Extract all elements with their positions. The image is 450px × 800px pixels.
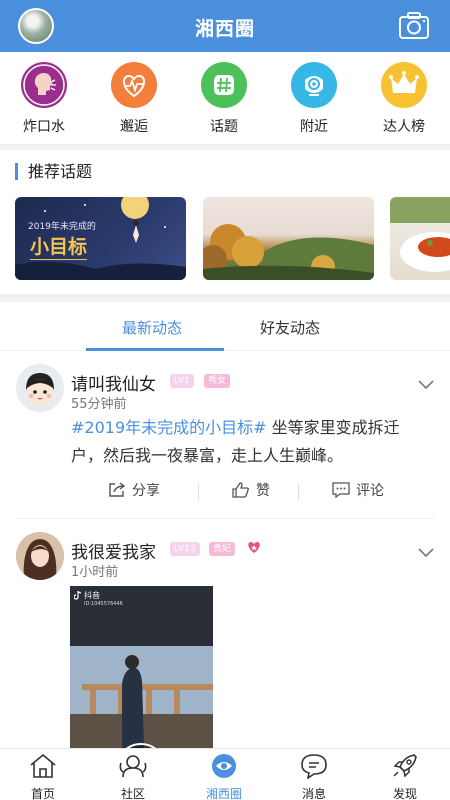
douyin-logo-icon bbox=[74, 591, 82, 600]
divider bbox=[0, 294, 450, 302]
heart-badge-icon bbox=[248, 542, 260, 553]
topic-card-subtitle: 2019年未完成的 bbox=[28, 222, 96, 232]
post-actions: 分享 赞 评论 bbox=[100, 480, 400, 504]
nav-community[interactable]: 社区 bbox=[98, 753, 168, 800]
category-xiehou[interactable]: 邂逅 bbox=[94, 62, 174, 136]
category-fujin[interactable]: 附近 bbox=[274, 62, 354, 136]
douyin-watermark: 抖音 bbox=[74, 590, 100, 601]
hashtag-icon bbox=[201, 62, 247, 108]
chevron-down-icon[interactable] bbox=[418, 380, 434, 390]
comment-label: 评论 bbox=[356, 483, 384, 499]
category-darenbang[interactable]: 达人榜 bbox=[364, 62, 444, 136]
rocket-icon bbox=[393, 754, 417, 778]
autumn-trees-photo bbox=[203, 224, 374, 280]
nav-xiangxiquan[interactable]: 湘西圈 bbox=[189, 753, 259, 800]
nav-label: 社区 bbox=[120, 787, 145, 800]
category-zhakoushui[interactable]: 炸口水 bbox=[4, 62, 84, 136]
tab-friends[interactable]: 好友动态 bbox=[260, 317, 320, 338]
topic-card-goals[interactable]: 2019年未完成的 小目标 bbox=[15, 197, 186, 280]
divider bbox=[198, 484, 199, 500]
nav-label: 消息 bbox=[301, 787, 326, 800]
category-label: 达人榜 bbox=[383, 119, 425, 135]
active-tab-indicator bbox=[86, 348, 224, 351]
home-icon bbox=[30, 753, 56, 778]
avatar[interactable] bbox=[16, 532, 64, 580]
post-content: #2019年未完成的小目标# 坐等家里变成拆迁户，然后我一夜暴富，走上人生巅峰。 bbox=[71, 414, 431, 470]
category-label: 炸口水 bbox=[23, 119, 65, 135]
share-button[interactable]: 分享 bbox=[108, 480, 160, 500]
nav-home[interactable]: 首页 bbox=[8, 753, 78, 800]
post-hashtag[interactable]: #2019年未完成的小目标# bbox=[71, 418, 267, 437]
feed-tabs: 最新动态 好友动态 bbox=[0, 305, 450, 351]
eye-circle-icon bbox=[212, 754, 236, 778]
topic-card-landscape[interactable] bbox=[203, 197, 374, 280]
category-huati[interactable]: 话题 bbox=[184, 62, 264, 136]
post-card: 请叫我仙女 LV1 秀女 55分钟前 #2019年未完成的小目标# 坐等家里变成… bbox=[0, 352, 450, 520]
nav-messages[interactable]: 消息 bbox=[279, 753, 349, 800]
post-author[interactable]: 我很爱我家 bbox=[71, 538, 156, 563]
category-label: 话题 bbox=[210, 119, 238, 135]
nav-label: 发现 bbox=[392, 787, 417, 800]
title-badge: 贵妃 bbox=[209, 542, 236, 556]
level-badge: LV1 bbox=[170, 374, 194, 388]
message-bubble-icon bbox=[301, 754, 327, 780]
post-card: 我很爱我家 LV13 贵妃 1小时前 抖音 ID:1045576446 bbox=[0, 520, 450, 748]
like-label: 赞 bbox=[256, 483, 270, 499]
nav-label: 湘西圈 bbox=[205, 787, 242, 800]
topic-card-food[interactable] bbox=[390, 197, 450, 280]
avatar[interactable] bbox=[16, 364, 64, 412]
category-label: 附近 bbox=[300, 119, 328, 135]
section-title: 推荐话题 bbox=[15, 163, 92, 180]
topic-card-title: 小目标 bbox=[30, 232, 88, 260]
talking-head-icon bbox=[21, 62, 67, 108]
comment-icon bbox=[332, 482, 350, 498]
crown-icon bbox=[381, 62, 427, 108]
like-button[interactable]: 赞 bbox=[232, 480, 270, 500]
chevron-down-icon[interactable] bbox=[418, 548, 434, 558]
video-id: ID:1045576446 bbox=[84, 601, 123, 607]
comment-button[interactable]: 评论 bbox=[332, 480, 384, 500]
heartbeat-icon bbox=[111, 62, 157, 108]
community-icon bbox=[119, 755, 147, 778]
category-label: 邂逅 bbox=[120, 119, 148, 135]
top-bar: 湘西圈 bbox=[0, 0, 450, 52]
divider bbox=[298, 484, 299, 500]
video-thumbnail[interactable]: 抖音 ID:1045576446 bbox=[70, 586, 213, 748]
nav-label: 首页 bbox=[30, 787, 55, 800]
category-row: 炸口水 邂逅 话题 附近 达人榜 bbox=[0, 52, 450, 144]
share-icon bbox=[109, 482, 126, 497]
nav-discover[interactable]: 发现 bbox=[370, 753, 440, 800]
thumbs-up-icon bbox=[232, 482, 249, 498]
bottom-tab-bar: 首页 社区 湘西圈 消息 发现 bbox=[0, 748, 450, 800]
title-badge: 秀女 bbox=[204, 374, 231, 388]
video-still bbox=[70, 586, 213, 748]
tab-latest[interactable]: 最新动态 bbox=[122, 317, 182, 338]
camera-icon[interactable] bbox=[398, 11, 430, 41]
food-plate-photo bbox=[390, 197, 450, 272]
page-title: 湘西圈 bbox=[194, 18, 255, 40]
post-author[interactable]: 请叫我仙女 bbox=[71, 370, 156, 395]
video-brand: 抖音 bbox=[84, 591, 100, 600]
divider bbox=[0, 144, 450, 150]
share-label: 分享 bbox=[132, 483, 160, 499]
divider bbox=[16, 518, 434, 519]
post-time: 55分钟前 bbox=[71, 397, 127, 412]
post-time: 1小时前 bbox=[71, 565, 119, 580]
location-eye-icon bbox=[291, 62, 337, 108]
level-badge: LV13 bbox=[170, 542, 200, 556]
